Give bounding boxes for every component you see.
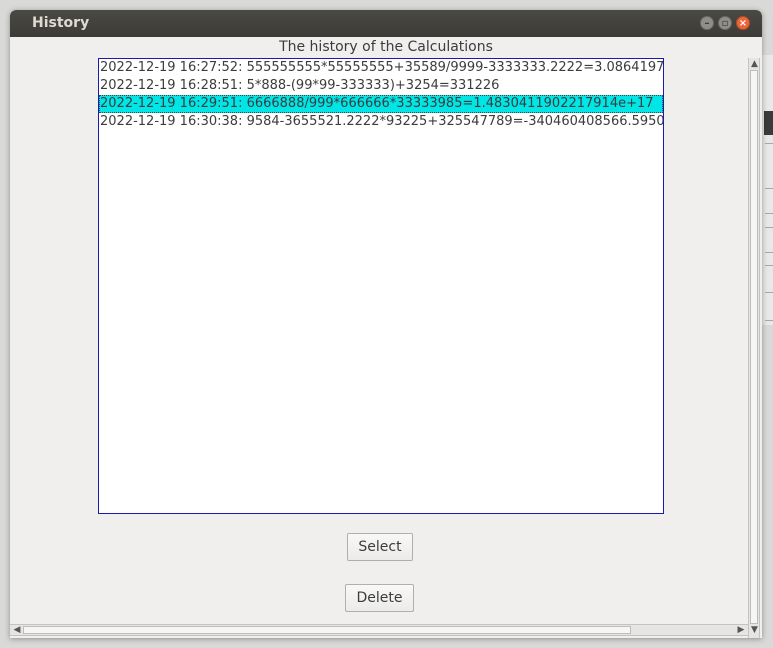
background-divider xyxy=(765,188,773,189)
background-divider xyxy=(765,252,773,253)
history-entry[interactable]: 2022-12-19 16:30:38: 9584-3655521.2222*9… xyxy=(99,113,663,131)
background-window-header xyxy=(764,111,773,135)
select-button[interactable]: Select xyxy=(347,533,413,561)
horizontal-scroll-thumb[interactable] xyxy=(23,626,631,634)
maximize-button[interactable]: ▫ xyxy=(718,16,732,30)
maximize-icon: ▫ xyxy=(721,18,729,29)
history-entry[interactable]: 2022-12-19 16:27:52: 555555555*55555555+… xyxy=(99,59,663,77)
close-button[interactable]: × xyxy=(736,16,750,30)
minimize-icon: – xyxy=(704,18,710,29)
background-divider xyxy=(765,292,773,293)
arrow-right-icon[interactable]: ▶ xyxy=(736,625,746,635)
history-listbox[interactable]: 2022-12-19 16:27:52: 555555555*55555555+… xyxy=(98,58,664,514)
history-entry-selected[interactable]: 2022-12-19 16:29:51: 6666888/999*666666*… xyxy=(99,95,663,113)
window-title: History xyxy=(32,15,90,31)
delete-button[interactable]: Delete xyxy=(345,584,414,612)
title-bar[interactable]: History – ▫ × xyxy=(10,10,762,37)
history-window: History – ▫ × The history of the Calcula… xyxy=(10,10,762,638)
background-divider xyxy=(765,143,773,144)
history-entry[interactable]: 2022-12-19 16:28:51: 5*888-(99*99-333333… xyxy=(99,77,663,95)
vertical-scroll-thumb[interactable] xyxy=(750,70,758,624)
history-heading: The history of the Calculations xyxy=(279,39,493,55)
arrow-up-icon[interactable]: ▲ xyxy=(750,59,759,69)
background-divider xyxy=(765,320,773,321)
background-divider xyxy=(765,227,773,228)
background-divider xyxy=(765,265,773,266)
horizontal-scrollbar[interactable]: ◀ ▶ xyxy=(10,624,748,636)
arrow-down-icon[interactable]: ▼ xyxy=(750,625,759,635)
arrow-left-icon[interactable]: ◀ xyxy=(12,625,22,635)
close-icon: × xyxy=(738,18,748,29)
background-divider xyxy=(765,213,773,214)
minimize-button[interactable]: – xyxy=(700,16,714,30)
vertical-scrollbar[interactable]: ▲ ▼ xyxy=(748,58,760,638)
